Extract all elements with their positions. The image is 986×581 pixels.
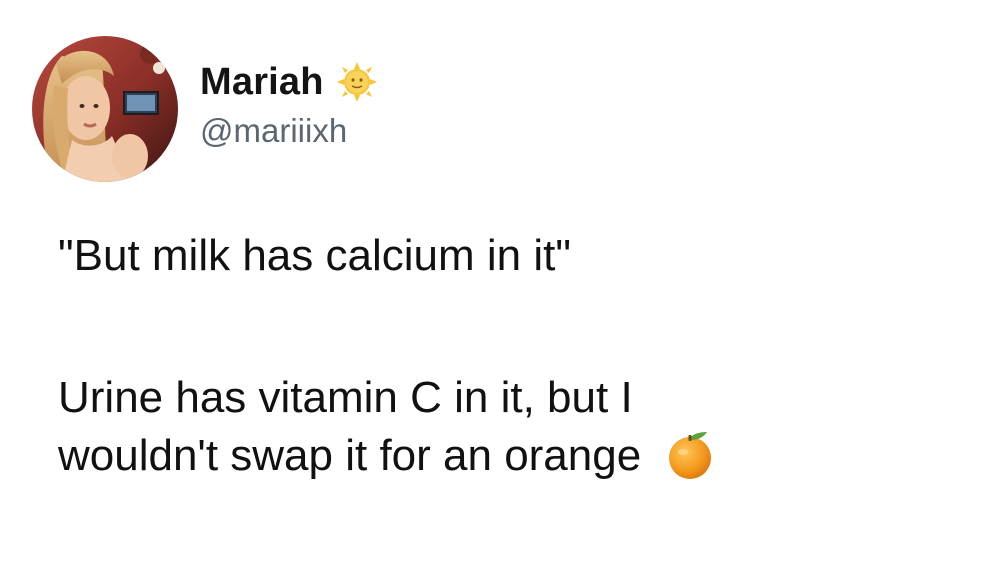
handle[interactable]: @mariiixh [200,112,378,150]
sun-with-face-icon [336,61,378,103]
avatar[interactable] [32,36,178,182]
tweet-text-line-3: wouldn't swap it for an orange [58,426,958,483]
display-name[interactable]: Mariah [200,61,324,104]
user-info: Mariah @mariiixh [200,58,378,150]
orange-icon [663,426,719,482]
avatar-photo [32,36,178,182]
tweet-text-line-3-content: wouldn't swap it for an orange [58,431,642,480]
tweet-text-line-1: "But milk has calcium in it" [58,231,571,280]
name-row: Mariah [200,58,378,106]
tweet-text-line-2: Urine has vitamin C in it, but I [58,373,633,422]
tweet-card: Mariah @mariiixh "But milk has calcium i… [0,0,986,581]
